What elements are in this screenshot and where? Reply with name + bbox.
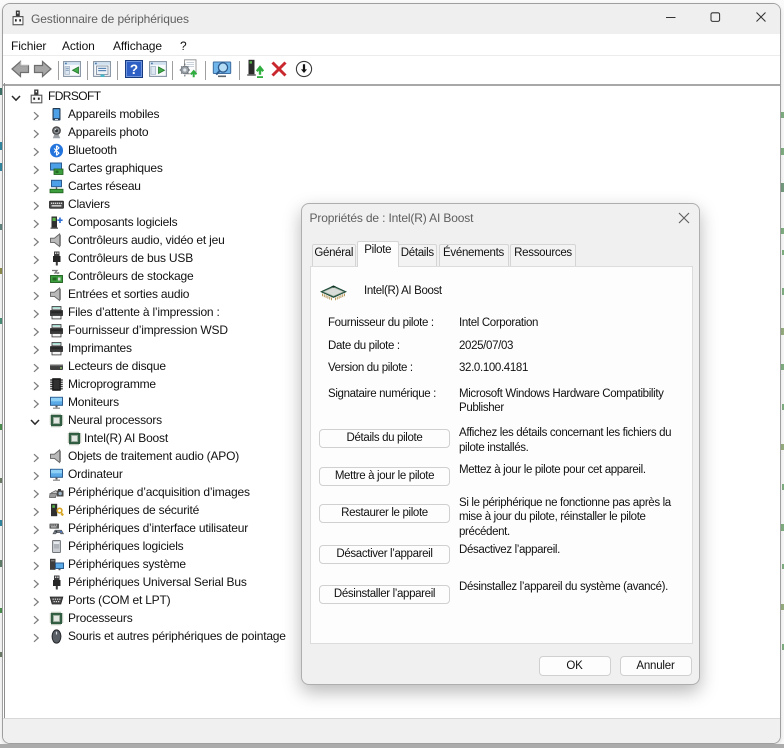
svg-text:?: ? (130, 62, 138, 77)
